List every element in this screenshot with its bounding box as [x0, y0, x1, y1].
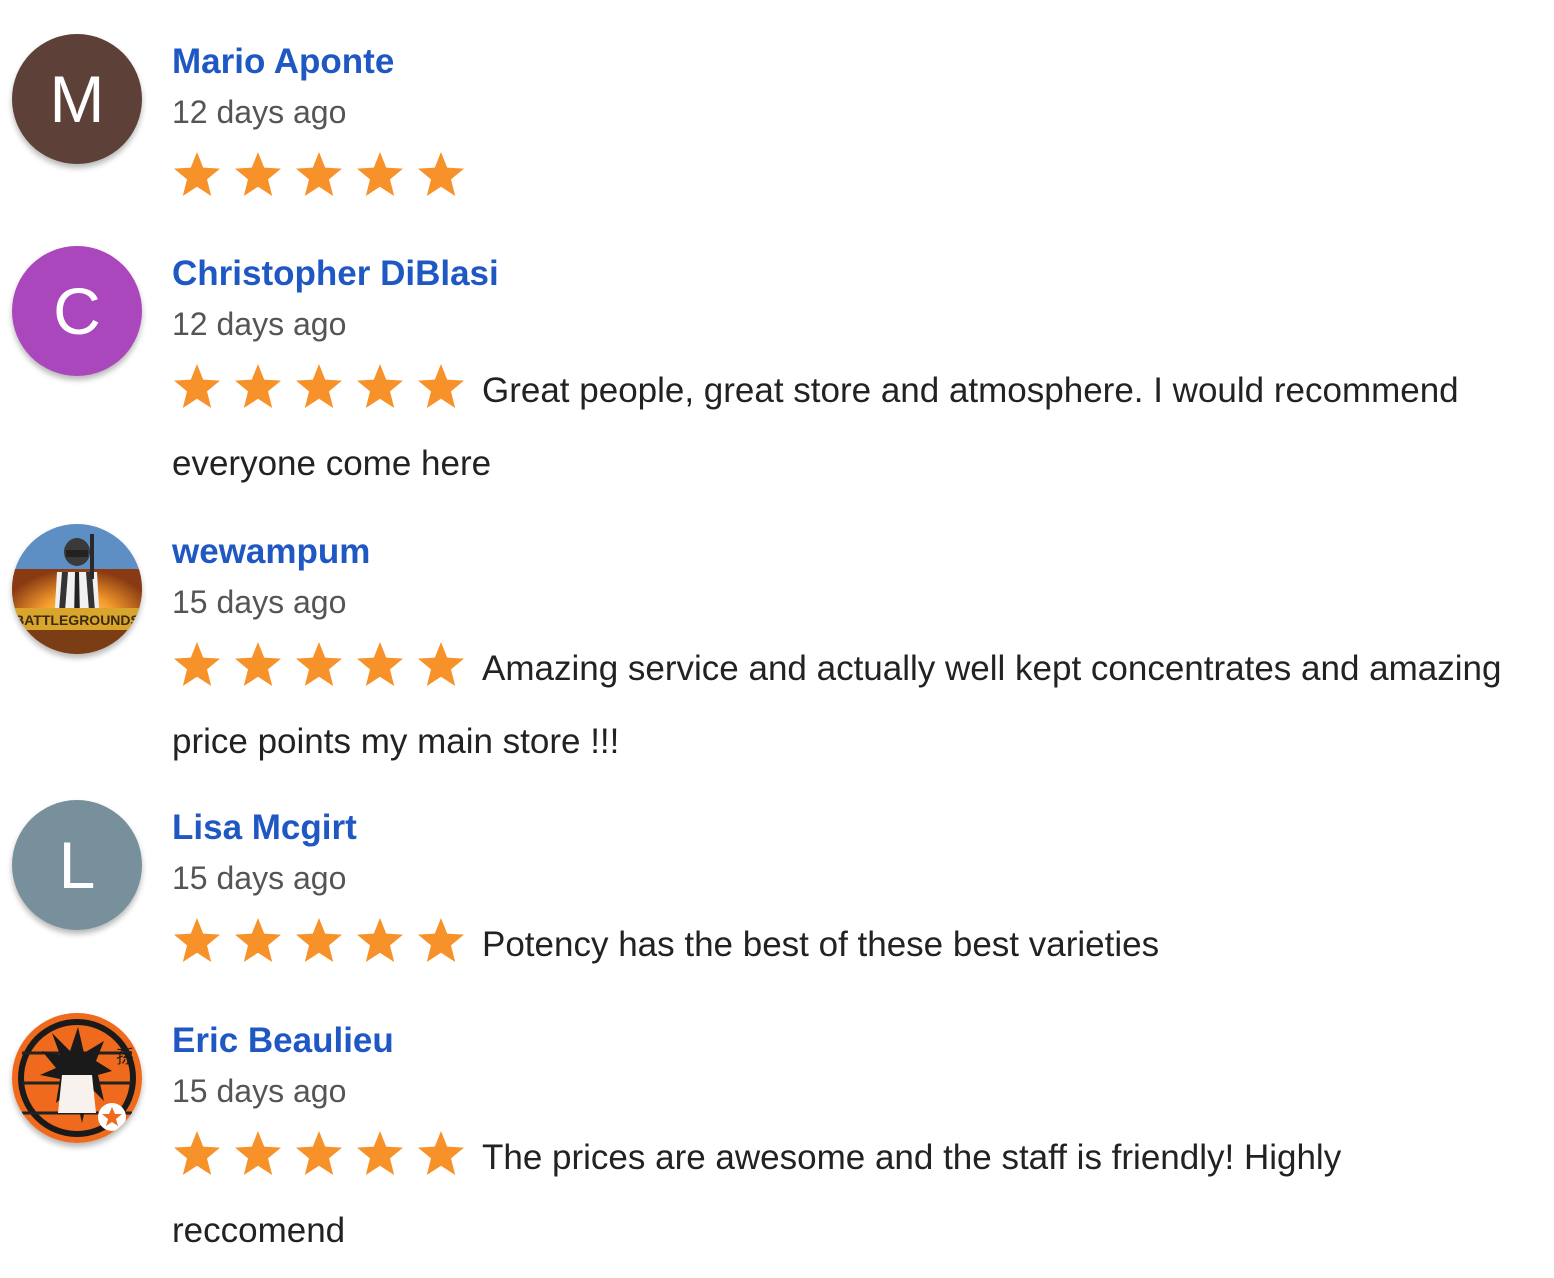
star-rating	[172, 150, 466, 219]
review-content: Great people, great store and atmosphere…	[172, 358, 1512, 496]
star-icon	[172, 1129, 222, 1177]
star-rating	[172, 362, 466, 431]
review-content: Potency has the best of these best varie…	[172, 912, 1512, 985]
star-rating	[172, 916, 466, 985]
star-icon	[416, 362, 466, 410]
review-time: 12 days ago	[172, 306, 347, 342]
svg-text:孫: 孫	[116, 1047, 134, 1068]
star-icon	[172, 150, 222, 198]
review-body: Lisa Mcgirt 15 days ago Potency has the …	[172, 806, 1512, 985]
review-time: 12 days ago	[172, 94, 347, 130]
star-icon	[355, 150, 405, 198]
review-time: 15 days ago	[172, 860, 347, 896]
review-body: wewampum 15 days ago Amazing service and…	[172, 530, 1512, 774]
star-icon	[294, 1129, 344, 1177]
star-icon	[416, 916, 466, 964]
star-icon	[233, 916, 283, 964]
star-icon	[416, 150, 466, 198]
review-text: Potency has the best of these best varie…	[482, 925, 1160, 964]
reviewer-name-link[interactable]: wewampum	[172, 530, 1512, 574]
review-time: 15 days ago	[172, 584, 347, 620]
reviewer-name-link[interactable]: Lisa Mcgirt	[172, 806, 1512, 850]
avatar[interactable]: L	[12, 800, 142, 930]
avatar-letter: C	[53, 274, 101, 348]
review-content	[172, 146, 1512, 219]
reviewer-name-link[interactable]: Mario Aponte	[172, 40, 1512, 84]
star-icon	[416, 640, 466, 688]
star-icon	[355, 640, 405, 688]
star-icon	[355, 362, 405, 410]
star-icon	[416, 1129, 466, 1177]
star-icon	[172, 916, 222, 964]
reviewer-name-link[interactable]: Eric Beaulieu	[172, 1019, 1512, 1063]
review-body: Mario Aponte 12 days ago	[172, 40, 1512, 219]
star-icon	[233, 150, 283, 198]
review-body: Christopher DiBlasi 12 days ago Great pe…	[172, 252, 1512, 496]
svg-text:BATTLEGROUNDS: BATTLEGROUNDS	[14, 612, 140, 628]
star-rating	[172, 1129, 466, 1198]
star-icon	[355, 916, 405, 964]
reviewer-name-link[interactable]: Christopher DiBlasi	[172, 252, 1512, 296]
star-icon	[294, 150, 344, 198]
star-icon	[233, 362, 283, 410]
avatar-letter: M	[49, 62, 105, 136]
star-icon	[172, 640, 222, 688]
avatar-photo[interactable]: 孫	[12, 1013, 142, 1143]
avatar-photo[interactable]: BATTLEGROUNDS	[12, 524, 142, 654]
avatar[interactable]: C	[12, 246, 142, 376]
star-icon	[172, 362, 222, 410]
review-body: Eric Beaulieu 15 days ago The prices are…	[172, 1019, 1512, 1263]
star-icon	[294, 640, 344, 688]
star-rating	[172, 640, 466, 709]
star-icon	[294, 362, 344, 410]
review-content: Amazing service and actually well kept c…	[172, 636, 1512, 774]
star-icon	[233, 640, 283, 688]
review-time: 15 days ago	[172, 1073, 347, 1109]
star-icon	[294, 916, 344, 964]
star-icon	[355, 1129, 405, 1177]
avatar-letter: L	[58, 828, 96, 902]
avatar[interactable]: M	[12, 34, 142, 164]
review-content: The prices are awesome and the staff is …	[172, 1125, 1512, 1263]
star-icon	[233, 1129, 283, 1177]
